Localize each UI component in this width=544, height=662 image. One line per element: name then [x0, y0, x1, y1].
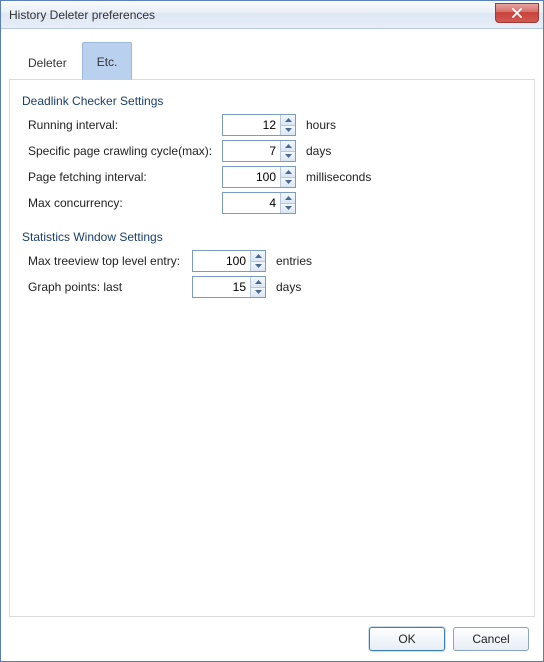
- chevron-up-icon: [285, 196, 292, 200]
- spin-graph-points: [192, 276, 266, 298]
- group-heading-stats: Statistics Window Settings: [22, 230, 522, 244]
- ok-button[interactable]: OK: [369, 627, 445, 651]
- dialog-button-bar: OK Cancel: [9, 617, 535, 653]
- chevron-up-icon: [285, 118, 292, 122]
- spin-down[interactable]: [281, 178, 295, 188]
- chevron-down-icon: [255, 290, 262, 294]
- spin-up[interactable]: [281, 141, 295, 152]
- spin-page-fetching: [222, 166, 296, 188]
- tab-strip: Deleter Etc.: [9, 37, 535, 79]
- input-page-fetching[interactable]: [223, 167, 280, 187]
- chevron-up-icon: [285, 170, 292, 174]
- label-crawling-cycle: Specific page crawling cycle(max):: [22, 144, 222, 158]
- unit-running-interval: hours: [306, 118, 336, 132]
- unit-page-fetching: milliseconds: [306, 170, 371, 184]
- dialog-body: Deleter Etc. Deadlink Checker Settings R…: [1, 29, 543, 661]
- label-running-interval: Running interval:: [22, 118, 222, 132]
- cancel-button[interactable]: Cancel: [453, 627, 529, 651]
- tab-etc[interactable]: Etc.: [82, 42, 133, 80]
- row-crawling-cycle: Specific page crawling cycle(max): days: [22, 140, 522, 162]
- spin-running-interval: [222, 114, 296, 136]
- row-page-fetching: Page fetching interval: milliseconds: [22, 166, 522, 188]
- spin-max-treeview: [192, 250, 266, 272]
- tab-container: Deleter Etc. Deadlink Checker Settings R…: [9, 37, 535, 617]
- tab-label: Deleter: [28, 56, 67, 70]
- label-graph-points: Graph points: last: [22, 280, 192, 294]
- input-running-interval[interactable]: [223, 115, 280, 135]
- label-page-fetching: Page fetching interval:: [22, 170, 222, 184]
- input-max-treeview[interactable]: [193, 251, 250, 271]
- titlebar: History Deleter preferences: [1, 1, 543, 29]
- spin-down[interactable]: [281, 152, 295, 162]
- spin-up[interactable]: [281, 167, 295, 178]
- tab-panel-etc: Deadlink Checker Settings Running interv…: [9, 79, 535, 617]
- close-icon: [512, 8, 522, 18]
- chevron-up-icon: [255, 280, 262, 284]
- spin-up[interactable]: [281, 193, 295, 204]
- row-running-interval: Running interval: hours: [22, 114, 522, 136]
- spin-down[interactable]: [251, 288, 265, 298]
- unit-max-treeview: entries: [276, 254, 312, 268]
- chevron-down-icon: [285, 128, 292, 132]
- spin-buttons: [280, 141, 295, 161]
- group-heading-deadlink: Deadlink Checker Settings: [22, 94, 522, 108]
- spin-buttons: [280, 193, 295, 213]
- row-graph-points: Graph points: last days: [22, 276, 522, 298]
- row-max-treeview: Max treeview top level entry: entries: [22, 250, 522, 272]
- spin-up[interactable]: [251, 277, 265, 288]
- spin-buttons: [250, 251, 265, 271]
- spin-buttons: [280, 115, 295, 135]
- chevron-up-icon: [255, 254, 262, 258]
- preferences-window: History Deleter preferences Deleter Etc.…: [0, 0, 544, 662]
- spin-up[interactable]: [251, 251, 265, 262]
- spin-down[interactable]: [281, 204, 295, 214]
- label-max-treeview: Max treeview top level entry:: [22, 254, 192, 268]
- unit-graph-points: days: [276, 280, 301, 294]
- unit-crawling-cycle: days: [306, 144, 331, 158]
- spin-crawling-cycle: [222, 140, 296, 162]
- tab-label: Etc.: [97, 55, 118, 69]
- chevron-down-icon: [255, 264, 262, 268]
- chevron-up-icon: [285, 144, 292, 148]
- input-max-concurrency[interactable]: [223, 193, 280, 213]
- tab-deleter[interactable]: Deleter: [13, 43, 82, 80]
- window-title: History Deleter preferences: [9, 8, 155, 22]
- label-max-concurrency: Max concurrency:: [22, 196, 222, 210]
- input-crawling-cycle[interactable]: [223, 141, 280, 161]
- chevron-down-icon: [285, 154, 292, 158]
- spin-max-concurrency: [222, 192, 296, 214]
- row-max-concurrency: Max concurrency:: [22, 192, 522, 214]
- spin-up[interactable]: [281, 115, 295, 126]
- spin-down[interactable]: [251, 262, 265, 272]
- chevron-down-icon: [285, 206, 292, 210]
- spin-down[interactable]: [281, 126, 295, 136]
- spin-buttons: [250, 277, 265, 297]
- input-graph-points[interactable]: [193, 277, 250, 297]
- close-button[interactable]: [495, 3, 539, 23]
- spin-buttons: [280, 167, 295, 187]
- chevron-down-icon: [285, 180, 292, 184]
